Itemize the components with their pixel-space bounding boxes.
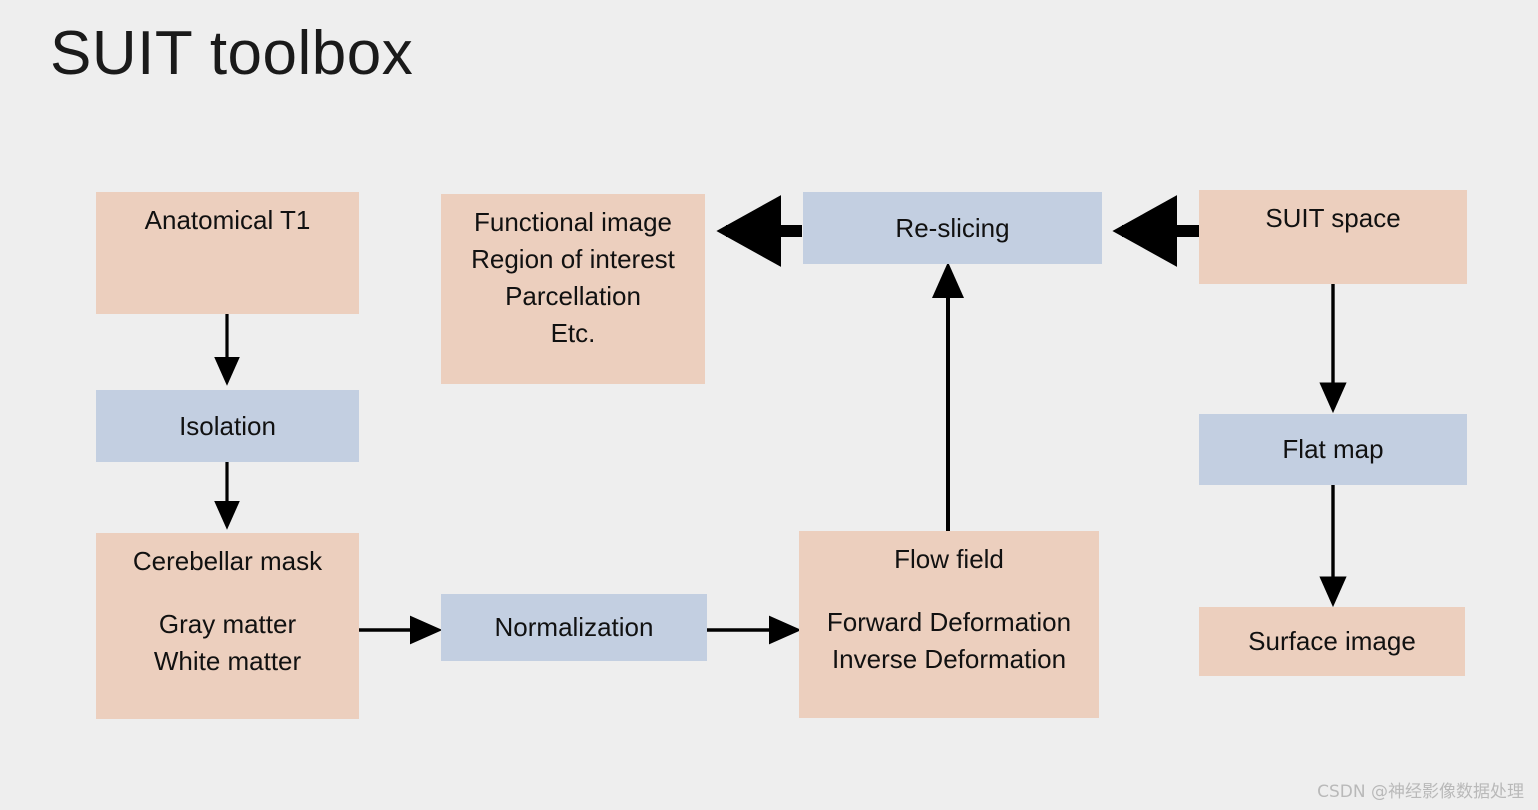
node-functional-image-line4: Etc. (550, 317, 596, 348)
node-functional-image-line2: Region of interest (471, 243, 675, 274)
node-flat-map[interactable]: Flat map (1199, 414, 1467, 485)
node-flow-field-line2: Forward Deformation (826, 606, 1072, 637)
diagram-canvas: SUIT toolbox Anatomical T1 Isolation Cer… (0, 0, 1538, 810)
node-flow-field[interactable]: Flow field Forward Deformation Inverse D… (799, 531, 1099, 718)
node-functional-image-line3: Parcellation (505, 280, 641, 311)
node-isolation-label: Isolation (179, 410, 276, 441)
node-isolation[interactable]: Isolation (96, 390, 359, 462)
node-normalization[interactable]: Normalization (441, 594, 707, 661)
node-surface-image[interactable]: Surface image (1199, 607, 1465, 676)
node-functional-image[interactable]: Functional image Region of interest Parc… (441, 194, 705, 384)
node-anatomical-t1[interactable]: Anatomical T1 (96, 192, 359, 314)
node-flat-map-label: Flat map (1282, 434, 1384, 465)
node-cerebellar-mask-line1: Cerebellar mask (132, 546, 323, 576)
node-re-slicing-label: Re-slicing (895, 212, 1010, 243)
node-anatomical-t1-label: Anatomical T1 (144, 205, 311, 235)
node-cerebellar-mask-line2: Gray matter (158, 608, 297, 639)
node-normalization-label: Normalization (494, 612, 654, 643)
node-suit-space[interactable]: SUIT space (1199, 190, 1467, 284)
watermark: CSDN @神经影像数据处理 (1317, 782, 1524, 802)
node-flow-field-line1: Flow field (894, 544, 1004, 574)
node-re-slicing[interactable]: Re-slicing (803, 192, 1102, 264)
node-suit-space-label: SUIT space (1265, 203, 1401, 233)
node-surface-image-label: Surface image (1248, 626, 1416, 657)
node-functional-image-line1: Functional image (474, 207, 672, 237)
node-cerebellar-mask-line3: White matter (153, 645, 302, 676)
node-flow-field-line3: Inverse Deformation (831, 643, 1067, 674)
node-cerebellar-mask[interactable]: Cerebellar mask Gray matter White matter (96, 533, 359, 719)
